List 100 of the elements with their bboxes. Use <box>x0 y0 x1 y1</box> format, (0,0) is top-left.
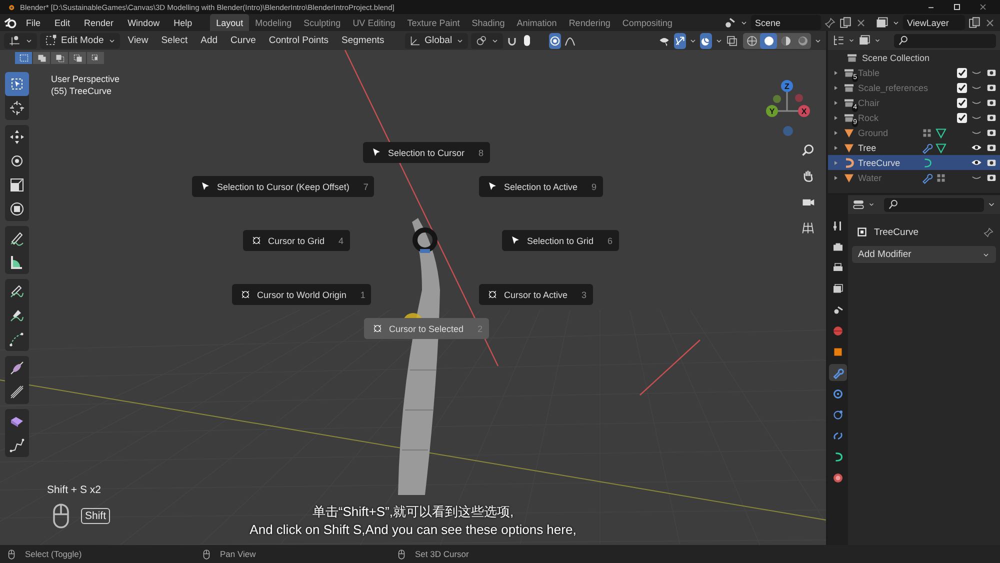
camera-icon[interactable] <box>986 82 997 93</box>
scene-objects-icon[interactable] <box>723 16 737 30</box>
camera-icon[interactable] <box>986 172 997 183</box>
select-box-tool[interactable] <box>5 72 29 96</box>
axis-ball[interactable]: X <box>798 105 810 117</box>
menu-item[interactable]: Select <box>156 35 193 46</box>
menu-item[interactable]: View <box>122 35 154 46</box>
wrench-tab[interactable] <box>829 364 847 381</box>
globe-icon <box>832 324 844 336</box>
editor-type-dropdown[interactable] <box>4 32 37 48</box>
snap-target-swatch[interactable] <box>524 35 530 46</box>
pie-menu-item[interactable]: Selection to Cursor 8 <box>363 142 490 163</box>
pie-menu-item[interactable]: Selection to Grid 6 <box>502 230 619 251</box>
menu-item[interactable]: File <box>20 16 47 28</box>
workspace-tab[interactable]: Texture Paint <box>401 14 466 31</box>
hand-icon[interactable] <box>801 169 815 183</box>
workspace-tab[interactable]: UV Editing <box>346 14 402 31</box>
pivot-icon <box>475 34 488 46</box>
search-field[interactable] <box>894 34 996 48</box>
select-extend-button[interactable] <box>33 52 50 64</box>
search-field[interactable] <box>884 198 984 212</box>
checkbox[interactable] <box>957 68 967 78</box>
wrench-icon <box>921 172 934 184</box>
menu-item[interactable]: Add <box>196 35 223 46</box>
checkbox[interactable] <box>957 82 967 92</box>
pivot-dropdown[interactable] <box>471 32 504 48</box>
scene-field[interactable]: Scene <box>751 15 821 30</box>
checkbox[interactable] <box>957 98 967 108</box>
close-icon[interactable] <box>855 16 867 28</box>
status-hint: Select (Toggle) <box>25 549 82 559</box>
pin-icon[interactable] <box>824 16 836 28</box>
orientation-dropdown[interactable]: Global <box>404 32 468 48</box>
blender-logo-icon[interactable] <box>4 16 18 30</box>
menu-item[interactable]: Window <box>122 16 166 28</box>
zoom-icon[interactable] <box>801 143 815 157</box>
outliner-row[interactable]: Tree <box>828 140 1000 155</box>
eye-icon[interactable] <box>971 157 982 168</box>
axis-ball[interactable]: Z <box>781 80 793 92</box>
rendered-sphere-icon <box>796 34 808 46</box>
workspace-tab[interactable]: Sculpting <box>298 14 347 31</box>
perspective-grid-icon[interactable] <box>801 221 815 235</box>
pie-menu-item[interactable]: Cursor to Active 3 <box>479 284 593 305</box>
overlay-circles-toggle[interactable] <box>700 32 712 48</box>
constraint-link-icon <box>832 430 844 442</box>
gizmo-arrows-toggle[interactable] <box>674 32 686 48</box>
arrow-pointer-icon <box>510 235 521 246</box>
close-icon[interactable] <box>984 16 996 28</box>
falloff-curve-icon[interactable] <box>564 34 576 46</box>
menu-item[interactable]: Edit <box>48 16 76 28</box>
camera-icon[interactable] <box>986 142 997 153</box>
proportional-edit-toggle[interactable] <box>548 32 561 48</box>
workspace-tab[interactable]: Modeling <box>249 14 298 31</box>
pie-menu-item[interactable]: Selection to Active 9 <box>479 176 603 197</box>
workspace-tab[interactable]: Shading <box>466 14 511 31</box>
properties-editor-icon[interactable] <box>852 198 865 211</box>
wireframe-sphere-shading-button[interactable] <box>743 32 760 48</box>
filter-image-icon[interactable] <box>858 34 871 47</box>
mode-dropdown[interactable]: Edit Mode <box>40 32 120 48</box>
camera-icon[interactable] <box>986 97 997 108</box>
particles-icon <box>832 388 844 400</box>
pie-menu-item[interactable]: Cursor to World Origin 1 <box>232 284 372 305</box>
view-layer-icon[interactable] <box>875 16 889 30</box>
select-invert-button[interactable] <box>69 52 86 64</box>
caret-icon <box>874 37 881 44</box>
workspace-tab[interactable]: Layout <box>210 14 250 31</box>
menu-item[interactable]: Control Points <box>264 35 334 46</box>
view-layer-field[interactable]: ViewLayer <box>903 15 965 30</box>
camera-icon[interactable] <box>986 112 997 123</box>
eye-icon[interactable] <box>971 142 982 153</box>
close-icon[interactable] <box>978 2 988 12</box>
camera-icon[interactable] <box>986 67 997 78</box>
menu-item[interactable]: Segments <box>336 35 390 46</box>
pie-menu-item[interactable]: Selection to Cursor (Keep Offset) 7 <box>192 176 374 197</box>
outliner-tree-icon[interactable] <box>832 34 845 47</box>
collection-box-icon <box>843 82 855 94</box>
menu-item[interactable]: Help <box>168 16 198 28</box>
workspace-tab[interactable]: Compositing <box>616 14 678 31</box>
workspace-tab[interactable]: Rendering <box>562 14 616 31</box>
outliner-row[interactable]: TreeCurve <box>828 155 1000 170</box>
duplicate-icon[interactable] <box>968 16 981 29</box>
select-intersect-button[interactable] <box>87 52 104 64</box>
workspace-tab[interactable]: Animation <box>510 14 563 31</box>
checkbox[interactable] <box>957 112 967 122</box>
maximize-icon[interactable] <box>952 2 962 12</box>
duplicate-icon[interactable] <box>839 16 852 29</box>
select-invert-icon <box>72 53 82 63</box>
camera-icon[interactable] <box>986 157 997 168</box>
menu-item[interactable]: Render <box>78 16 120 28</box>
pie-menu-item[interactable]: Cursor to Grid 4 <box>243 230 350 251</box>
pin-icon[interactable] <box>983 226 994 238</box>
menu-item[interactable]: Curve <box>226 35 261 46</box>
add-modifier-dropdown[interactable]: Add Modifier <box>852 246 996 263</box>
mesh-data-icon <box>935 126 948 138</box>
blender-logo-icon <box>6 2 16 12</box>
solid-sphere-shading-button[interactable] <box>760 32 777 48</box>
select-subtract-button[interactable] <box>51 52 68 64</box>
wrench-icon <box>832 366 844 378</box>
select-new-button[interactable] <box>15 52 32 64</box>
axis-ball[interactable]: Y <box>766 105 778 117</box>
camera-icon[interactable] <box>986 127 997 138</box>
